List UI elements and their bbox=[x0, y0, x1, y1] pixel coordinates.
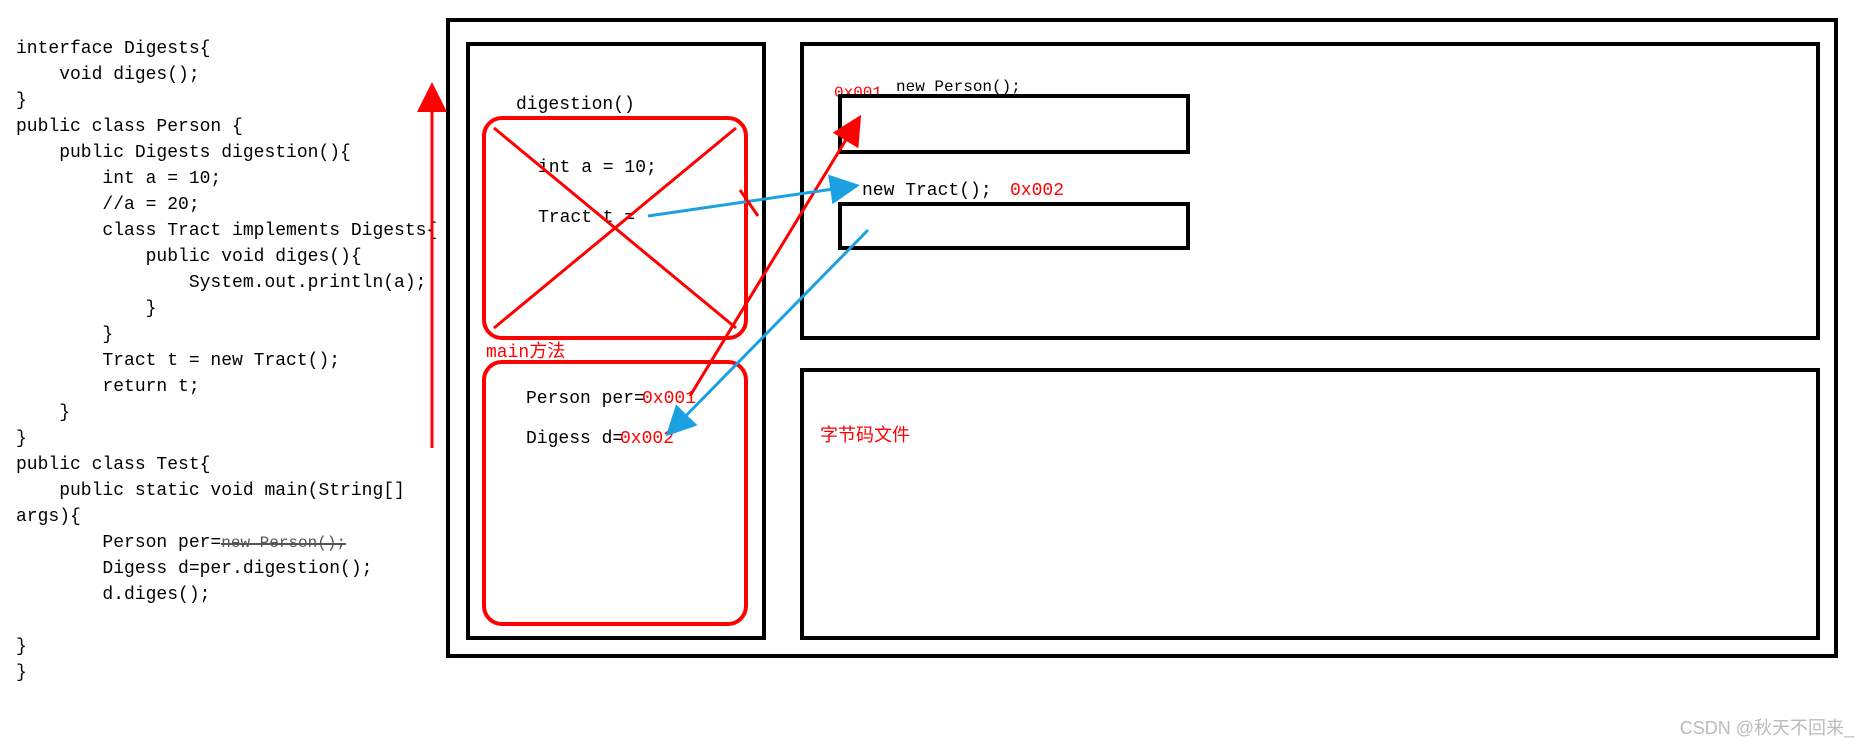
diagram-svg bbox=[0, 0, 1864, 748]
heap-obj-tract bbox=[840, 204, 1188, 248]
blue-arrow-to-tract bbox=[648, 186, 854, 216]
heap-obj-person bbox=[840, 96, 1188, 152]
method-area-box bbox=[802, 370, 1818, 638]
red-arrow-to-person bbox=[690, 120, 858, 396]
heap-box bbox=[802, 44, 1818, 338]
main-frame bbox=[484, 362, 746, 624]
blue-arrow-from-tract bbox=[670, 230, 868, 432]
stack-box bbox=[468, 44, 764, 638]
